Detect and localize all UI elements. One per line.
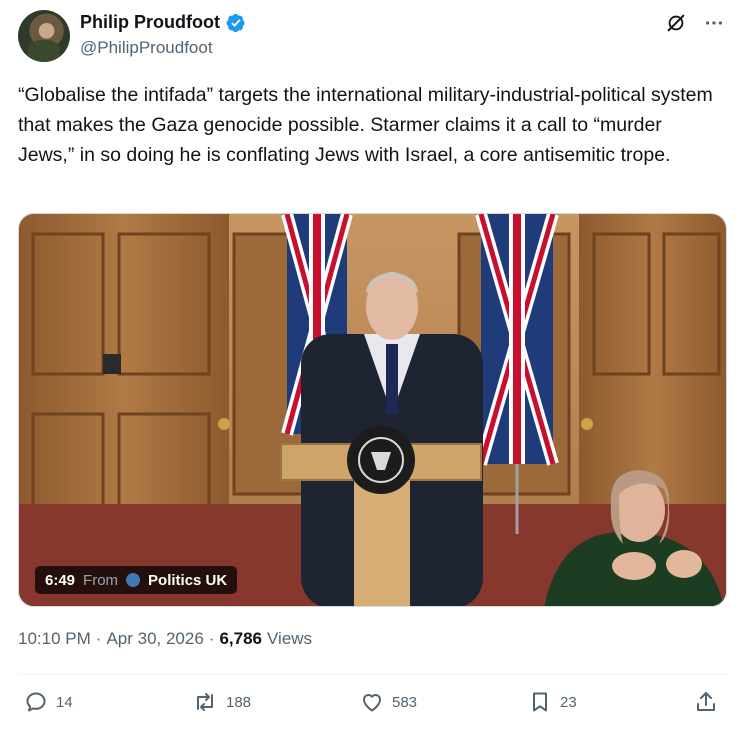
share-button[interactable]	[694, 690, 718, 714]
author-handle[interactable]: @PhilipProudfoot	[80, 38, 213, 58]
bookmark-icon	[533, 692, 547, 712]
video-from-label: From	[83, 571, 119, 589]
bookmark-count: 23	[560, 693, 577, 711]
video-info-badge: 6:49 From Politics UK	[35, 566, 238, 594]
like-icon	[363, 694, 381, 712]
share-icon	[697, 692, 715, 711]
reply-button[interactable]: 14	[24, 690, 73, 714]
reply-icon	[26, 692, 46, 712]
like-count: 583	[392, 693, 418, 711]
author-name-row: Philip Proudfoot	[80, 12, 246, 33]
meta-separator: ·	[208, 629, 215, 648]
tweet-text: “Globalise the intifada” targets the int…	[18, 84, 713, 166]
tweet-actions: 14 188 583 23	[24, 690, 724, 718]
author-display-name[interactable]: Philip Proudfoot	[80, 12, 220, 33]
views-count: 6,786	[219, 629, 263, 648]
grok-icon[interactable]	[665, 12, 687, 34]
divider	[18, 674, 727, 675]
video-frame	[19, 214, 726, 606]
tweet-time[interactable]: 10:10 PM	[18, 629, 91, 649]
like-button[interactable]: 583	[360, 690, 417, 714]
meta-separator: ·	[95, 629, 102, 648]
bookmark-button[interactable]: 23	[528, 690, 577, 714]
repost-button[interactable]: 188	[192, 690, 251, 714]
video-source-link[interactable]: Politics UK	[148, 572, 227, 589]
repost-count: 188	[226, 693, 252, 711]
repost-icon	[197, 693, 213, 711]
politics-uk-logo-icon	[126, 573, 141, 587]
tweet-top-actions	[665, 12, 725, 34]
reply-count: 14	[56, 693, 73, 711]
views-label: Views	[267, 629, 313, 648]
more-icon[interactable]	[703, 12, 725, 34]
video-player[interactable]: 6:49 From Politics UK	[18, 213, 727, 607]
tweet-date[interactable]: Apr 30, 2026	[106, 629, 203, 649]
avatar[interactable]	[18, 10, 70, 62]
tweet-meta: 10:10 PM · Apr 30, 2026 · 6,786 Views	[18, 629, 312, 649]
video-duration: 6:49	[45, 571, 76, 589]
verified-icon	[226, 13, 245, 32]
